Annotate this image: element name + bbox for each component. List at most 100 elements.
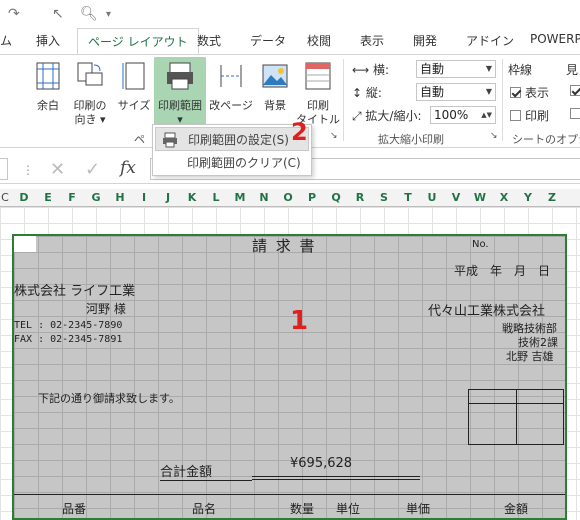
page-setup-launcher-icon[interactable]: ↘ [330, 131, 338, 141]
pointer-icon[interactable]: ↖ [52, 6, 64, 22]
header-amount: 金額 [504, 502, 529, 516]
checkbox-checked-icon [570, 85, 580, 96]
column-header-t[interactable]: T [396, 191, 420, 204]
name-box[interactable] [0, 158, 8, 180]
column-header-x[interactable]: X [492, 191, 516, 204]
tab-formulas[interactable]: 数式 [197, 32, 221, 49]
size-icon [122, 62, 145, 90]
formula-bar-handle-icon: ⋮ [22, 163, 34, 177]
print-area-icon [167, 62, 193, 90]
orientation-label-2: 向き ▾ [74, 113, 106, 126]
headings-print-checkbox-partial[interactable] [570, 107, 580, 121]
column-header-o[interactable]: O [276, 191, 300, 204]
column-header-y[interactable]: Y [516, 191, 540, 204]
set-print-area-icon [163, 132, 177, 148]
scale-icon: ⤢ [352, 109, 366, 123]
scale-width-label: ⟷ 横: [352, 63, 390, 77]
column-header: C D E F G H I J K L M N O P Q R S T U V … [0, 189, 580, 207]
redo-icon[interactable]: ↷ [8, 6, 20, 22]
column-header-q[interactable]: Q [324, 191, 348, 204]
tab-addins[interactable]: アドイン [466, 32, 514, 49]
chevron-down-icon: ▼ [485, 87, 492, 96]
tab-powerpivot[interactable]: POWERP [530, 32, 580, 46]
scale-height-select[interactable]: 自動 ▼ [416, 83, 496, 101]
column-header-p[interactable]: P [300, 191, 324, 204]
scale-width-select[interactable]: 自動 ▼ [416, 60, 496, 78]
invoice-title: 請 求 書 [252, 237, 317, 255]
sheet-options-group-label: シートのオプシ [512, 133, 580, 146]
scale-launcher-icon[interactable]: ↘ [490, 131, 498, 141]
active-cell[interactable] [14, 236, 36, 252]
tab-home-partial[interactable]: ム [0, 32, 12, 49]
tab-insert[interactable]: 挿入 [36, 32, 60, 49]
orientation-button[interactable]: 印刷の 向き ▾ [68, 61, 112, 127]
size-button[interactable]: サイズ [112, 61, 156, 113]
column-header-n[interactable]: N [252, 191, 276, 204]
print-area-menu: 印刷範囲の設定(S) 印刷範囲のクリア(C) [152, 124, 312, 176]
print-preview-icon[interactable]: 🔍︎ [80, 6, 98, 22]
checkbox-unchecked-icon [510, 110, 521, 121]
print-area-button[interactable]: 印刷範囲 ▾ [154, 57, 206, 126]
headings-title-partial: 見 [566, 63, 579, 77]
tab-review[interactable]: 校閲 [307, 32, 331, 49]
breaks-icon [220, 65, 242, 87]
column-header-e[interactable]: E [36, 191, 60, 204]
gridlines-print-checkbox[interactable]: 印刷 [510, 107, 549, 124]
column-header-f[interactable]: F [60, 191, 84, 204]
item-table-header: 品番 品名 数量 単位 単価 金額 [14, 494, 565, 520]
size-label: サイズ [117, 99, 151, 112]
tel-number: TEL : 02-2345-7890 [14, 320, 123, 331]
column-header-w[interactable]: W [468, 191, 492, 204]
issuer-company: 代々山工業株式会社 [428, 304, 546, 319]
column-header-u[interactable]: U [420, 191, 444, 204]
menu-item-set-print-area[interactable]: 印刷範囲の設定(S) [155, 127, 309, 151]
column-header-h[interactable]: H [108, 191, 132, 204]
column-header-i[interactable]: I [132, 191, 156, 204]
column-header-v[interactable]: V [444, 191, 468, 204]
cancel-icon[interactable]: ✕ [50, 159, 65, 180]
total-underline [252, 476, 420, 480]
scale-percent-input[interactable]: 100% ▲▼ [430, 106, 496, 124]
chevron-down-icon: ▼ [485, 64, 492, 73]
customer-name: 株式会社 ライフ工業 [14, 284, 136, 299]
customize-qat-icon[interactable]: ▾ [106, 9, 111, 20]
insert-function-icon[interactable]: fx [120, 158, 136, 178]
breaks-button[interactable]: 改ページ [207, 61, 255, 113]
background-label: 背景 [264, 99, 286, 112]
spinner-icon: ▲▼ [481, 111, 492, 119]
column-header-z[interactable]: Z [540, 191, 564, 204]
customer-contact: 河野 様 [86, 302, 126, 316]
scale-group-label: 拡大縮小印刷 [378, 133, 444, 146]
tab-view[interactable]: 表示 [360, 32, 384, 49]
background-button[interactable]: 背景 [253, 61, 297, 113]
stamp-boxes [468, 389, 564, 445]
tab-page-layout[interactable]: ページ レイアウト [77, 28, 199, 54]
tab-developer[interactable]: 開発 [413, 32, 437, 49]
column-header-r[interactable]: R [348, 191, 372, 204]
column-header-k[interactable]: K [180, 191, 204, 204]
ribbon-separator [502, 59, 503, 141]
column-header-l[interactable]: L [204, 191, 228, 204]
quick-access-toolbar: ↷ ↖ 🔍︎ ▾ [0, 0, 580, 28]
step-2-callout: 2 [291, 118, 308, 146]
breaks-label: 改ページ [209, 99, 253, 112]
step-1-callout: 1 [290, 306, 309, 336]
tab-data[interactable]: データ [250, 32, 286, 49]
margins-button[interactable]: 余白 [26, 61, 70, 113]
total-label: 合計金額 [160, 461, 252, 481]
invoice-no-label: No. [472, 239, 489, 250]
gridlines-view-checkbox[interactable]: 表示 [510, 84, 549, 101]
column-header-j[interactable]: J [156, 191, 180, 204]
enter-icon[interactable]: ✓ [85, 159, 100, 180]
column-header-g[interactable]: G [84, 191, 108, 204]
background-icon [262, 64, 288, 88]
column-header-d[interactable]: D [12, 191, 36, 204]
menu-item-clear-print-area[interactable]: 印刷範囲のクリア(C) [155, 151, 309, 175]
orientation-icon [77, 62, 103, 86]
print-titles-icon [305, 62, 331, 90]
column-header-m[interactable]: M [228, 191, 252, 204]
column-header-s[interactable]: S [372, 191, 396, 204]
page-setup-group-label: ペ [134, 133, 145, 146]
header-unit-price: 単価 [406, 502, 431, 516]
headings-view-checkbox-partial[interactable] [570, 84, 580, 98]
